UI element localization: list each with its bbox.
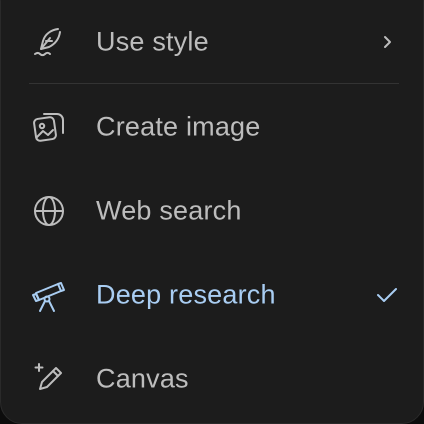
feather-icon (29, 22, 69, 62)
menu-item-label: Create image (96, 111, 261, 142)
menu-divider (29, 83, 399, 84)
pen-sparkle-icon (29, 359, 69, 399)
menu-item-label: Deep research (96, 279, 276, 310)
menu-item-canvas[interactable]: Canvas (1, 337, 423, 421)
chevron-right-icon (375, 30, 399, 54)
menu-item-create-image[interactable]: Create image (1, 85, 423, 169)
menu-item-label: Canvas (96, 363, 189, 394)
telescope-icon (29, 275, 69, 315)
globe-icon (29, 191, 69, 231)
image-icon (29, 107, 69, 147)
menu-item-deep-research[interactable]: Deep research (1, 253, 423, 337)
menu-item-web-search[interactable]: Web search (1, 169, 423, 253)
menu-item-label: Web search (96, 195, 242, 226)
check-icon (375, 283, 399, 307)
menu-item-label: Use style (96, 26, 209, 57)
menu-item-use-style[interactable]: Use style (1, 0, 423, 84)
tools-menu: Use style Create image Web search Deep r… (0, 0, 424, 424)
